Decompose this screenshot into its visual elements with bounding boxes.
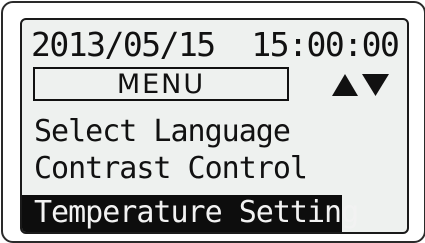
navigation-arrows[interactable] <box>331 73 391 97</box>
menu-title-box: MENU <box>33 67 289 101</box>
menu-item-temperature-setting[interactable]: Temperature Setting <box>22 195 359 232</box>
menu-item-select-language[interactable]: Select Language <box>22 117 291 147</box>
up-arrow-icon[interactable] <box>332 74 358 96</box>
menu-title: MENU <box>116 69 206 100</box>
lcd-screen: 2013/05/15 15:00:00 MENU Select Language… <box>20 18 409 234</box>
down-arrow-icon[interactable] <box>362 74 389 96</box>
datetime-display: 2013/05/15 15:00:00 <box>31 25 400 64</box>
device-frame: 2013/05/15 15:00:00 MENU Select Language… <box>1 1 425 243</box>
menu-item-contrast-control[interactable]: Contrast Control <box>22 154 308 184</box>
